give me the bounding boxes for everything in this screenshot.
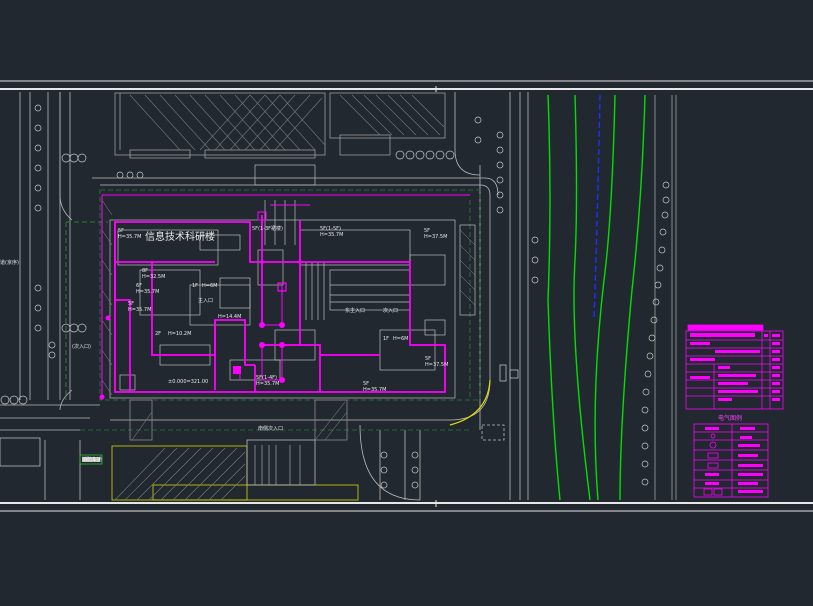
height-label-c4: H=6M [202, 283, 217, 289]
site-road-outline [92, 92, 529, 501]
south-podium-area [111, 399, 359, 501]
height-label-ne: H=37.5M [424, 234, 447, 240]
height-label-c5: H=6M [393, 336, 408, 342]
height-label-s1: H=35.7M [363, 387, 386, 393]
left-edge-label: 道(京序) [0, 259, 19, 266]
height-label-c1: H=32.5M [142, 274, 165, 280]
cad-drawing-viewport[interactable]: 道(京序) 信息技术科研楼 5F H=35.7M 5F H=35.7M 5F(1… [0, 0, 813, 606]
left-planting-circles [0, 104, 87, 405]
road-lane-lines [547, 94, 677, 501]
height-label-sw: H=35.7M [256, 381, 279, 387]
roadside-trees [531, 181, 670, 486]
north-block-hatch [129, 94, 445, 151]
electrical-thin-lines [101, 194, 470, 400]
height-label-w1: H=35.7M [118, 234, 141, 240]
elevation-label: ±0.000=321.00 [168, 379, 208, 385]
floor-label-c3: 2F [155, 331, 161, 337]
height-label-c3: H=10.2M [168, 331, 191, 337]
small-height-label: H=14.4M [218, 314, 241, 320]
south-entrance-label: 南侧次入口 [258, 425, 283, 432]
legend-table-bottom [693, 423, 769, 498]
floor-label-c4: 1F [192, 283, 198, 289]
site-plan-drawing: 道(京序) 信息技术科研楼 5F H=35.7M 5F H=35.7M 5F(1… [0, 80, 813, 512]
building-hatch [101, 199, 476, 396]
legend-title: 电气图例 [718, 414, 742, 422]
drawing-frame [0, 80, 813, 512]
legend-table-top-fills [690, 333, 780, 401]
height-label-e1: H=37.5M [425, 362, 448, 368]
floor-label-c5: 1F [383, 336, 389, 342]
building-linework [109, 164, 476, 399]
east-entrance-label: 东主入口 [345, 307, 365, 314]
floor-label-n1: 5F(1-3F裙楼) [252, 225, 283, 232]
green-tag-label: 消防车道 [82, 456, 102, 463]
building-name-label: 信息技术科研楼 [145, 230, 215, 243]
left-street-lines [0, 92, 100, 500]
ne-entrance-label: 次入口 [383, 307, 398, 314]
height-label-w2: H=35.7M [128, 307, 151, 313]
west-entrance-label: (次入口) [72, 343, 91, 350]
main-entrance-label: 主入口 [198, 297, 213, 304]
height-label-n2: H=35.7M [320, 232, 343, 238]
legend-table-top [685, 324, 784, 410]
height-label-c2: H=35.7M [136, 289, 159, 295]
